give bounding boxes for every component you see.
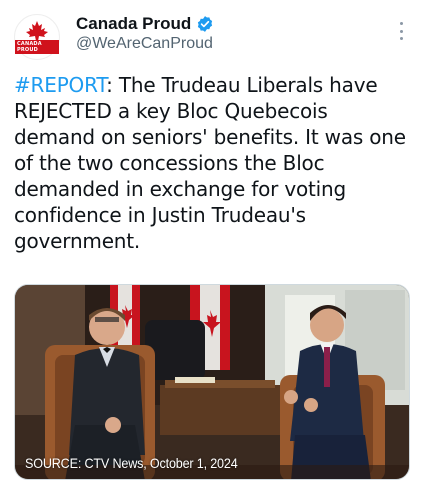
avatar[interactable]: CANADA PROUD — [14, 14, 60, 60]
hashtag-link[interactable]: #REPORT — [14, 73, 106, 97]
meeting-photo — [15, 285, 409, 479]
tweet-media-photo[interactable]: SOURCE: CTV News, October 1, 2024 — [14, 284, 410, 480]
more-options-icon[interactable] — [398, 22, 404, 40]
account-name-row: Canada Proud — [76, 14, 214, 34]
account-handle[interactable]: @WeAreCanProud — [76, 35, 213, 53]
tweet-text: #REPORT: The Trudeau Liberals have REJEC… — [14, 72, 410, 254]
display-name[interactable]: Canada Proud — [76, 14, 191, 34]
media-caption: SOURCE: CTV News, October 1, 2024 — [25, 455, 238, 471]
tweet-body: : The Trudeau Liberals have REJECTED a k… — [14, 73, 406, 253]
avatar-logo-text: CANADA PROUD — [15, 40, 59, 54]
verified-badge-icon[interactable] — [196, 15, 214, 33]
maple-leaf-icon — [26, 21, 48, 41]
